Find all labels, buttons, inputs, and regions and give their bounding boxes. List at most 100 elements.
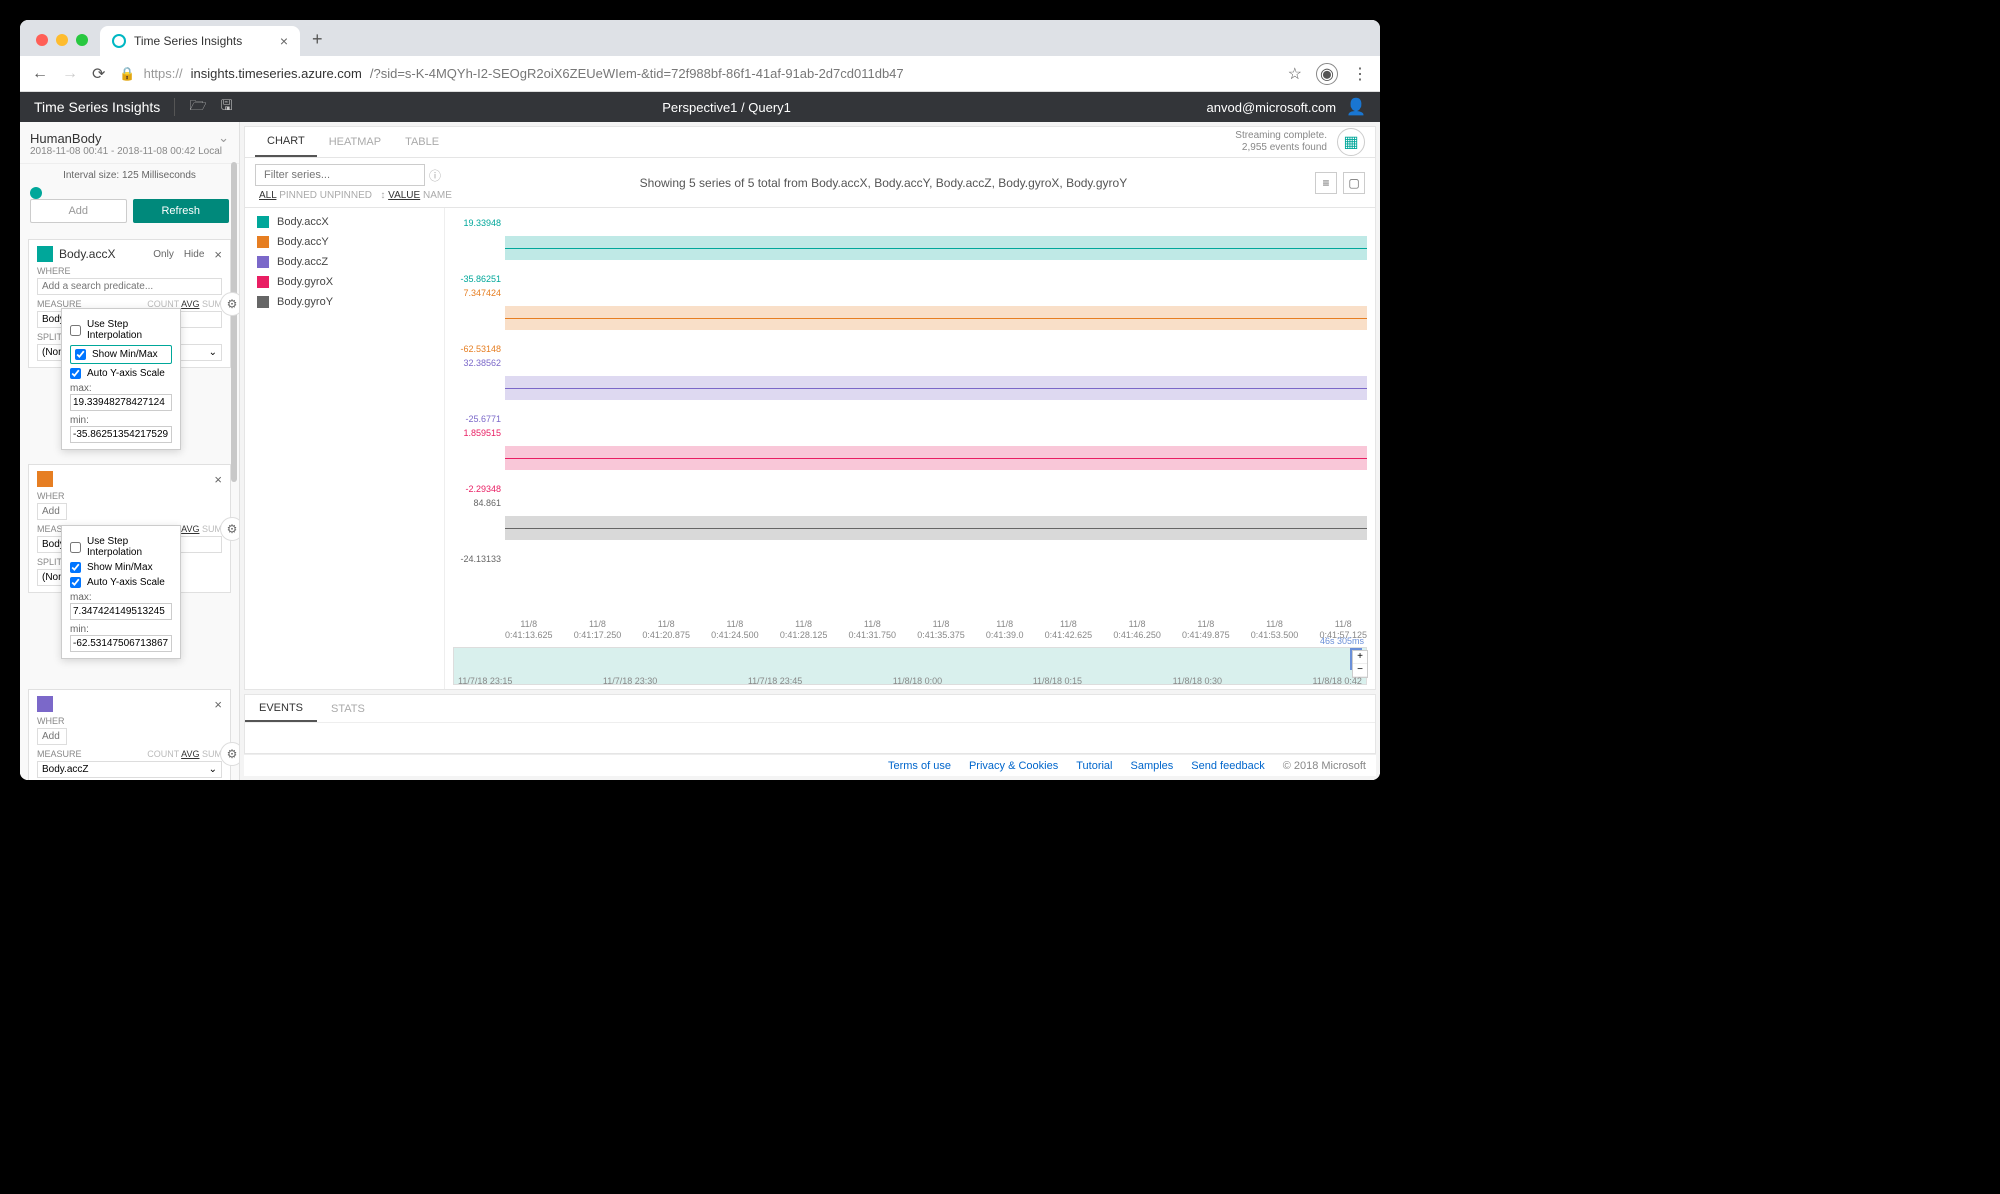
where-label: WHER (37, 491, 222, 501)
close-window-icon[interactable] (36, 34, 48, 46)
max-input[interactable] (70, 394, 172, 411)
main-panel: CHART HEATMAP TABLE Streaming complete. … (240, 122, 1380, 780)
only-button[interactable]: Only (153, 249, 174, 260)
x-tick: 11/80:41:13.625 (505, 619, 553, 641)
show-minmax-toggle[interactable]: Show Min/Max (70, 562, 172, 573)
y-max-label: 19.33948 (449, 218, 501, 228)
sort-pinned[interactable]: PINNED (279, 190, 317, 201)
refresh-button[interactable]: Refresh (133, 199, 230, 223)
y-max-label: 1.859515 (449, 428, 501, 438)
filter-series-input[interactable] (255, 164, 425, 186)
color-swatch (257, 216, 269, 228)
x-tick: 11/80:41:42.625 (1045, 619, 1093, 641)
tutorial-link[interactable]: Tutorial (1076, 760, 1112, 772)
x-axis: 11/80:41:13.62511/80:41:17.25011/80:41:2… (505, 619, 1367, 641)
series-legend: Body.accXBody.accY Body.accZ Body.gyroX Bod… (245, 208, 445, 689)
star-icon[interactable]: ☆ (1288, 64, 1302, 84)
step-interpolation-toggle[interactable]: Use Step Interpolation (70, 536, 172, 558)
series-row[interactable]: Body.accZ (245, 252, 444, 272)
view-tabs: CHART HEATMAP TABLE Streaming complete. … (244, 126, 1376, 158)
user-email[interactable]: anvod@microsoft.com (1207, 100, 1337, 115)
series-track (505, 528, 1367, 529)
x-tick: 11/80:41:53.500 (1251, 619, 1299, 641)
sort-name[interactable]: NAME (423, 190, 452, 201)
open-folder-icon[interactable]: 🗁 (189, 95, 206, 119)
close-icon[interactable]: × (214, 472, 222, 487)
favicon-icon (112, 34, 126, 48)
series-label: Body.gyroY (277, 296, 333, 308)
y-min-label: -2.29348 (449, 484, 501, 494)
tab-heatmap[interactable]: HEATMAP (317, 127, 393, 157)
profile-icon[interactable]: ◉ (1316, 63, 1338, 85)
series-row[interactable]: Body.accX (245, 212, 444, 232)
series-label: Body.accZ (277, 256, 328, 268)
tab-chart[interactable]: CHART (255, 127, 317, 157)
auto-y-scale-toggle[interactable]: Auto Y-axis Scale (70, 577, 172, 588)
help-icon[interactable]: ⓘ (429, 167, 441, 184)
close-icon[interactable]: × (214, 247, 222, 262)
x-tick: 11/80:41:31.750 (849, 619, 897, 641)
new-tab-button[interactable]: + (300, 29, 335, 56)
reload-button[interactable]: ⟳ (92, 64, 105, 84)
privacy-link[interactable]: Privacy & Cookies (969, 760, 1058, 772)
color-swatch (257, 256, 269, 268)
status-line-1: Streaming complete. (1235, 130, 1327, 142)
max-input[interactable] (70, 603, 172, 620)
color-swatch (37, 246, 53, 262)
gear-icon[interactable]: ⚙ (220, 292, 240, 316)
series-row[interactable]: Body.accY (245, 232, 444, 252)
predicate-input[interactable] (37, 503, 67, 520)
tab-stats[interactable]: STATS (317, 695, 379, 722)
x-tick: 11/80:41:20.875 (642, 619, 690, 641)
query-card-accz: x × WHER MEASURECOUNT AVG SUM Body.accZ⌄… (28, 689, 231, 780)
browser-tab[interactable]: Time Series Insights × (100, 26, 300, 56)
back-button[interactable]: ← (32, 65, 48, 83)
sort-unpinned[interactable]: UNPINNED (320, 190, 372, 201)
marker-icon[interactable]: ▢ (1343, 172, 1365, 194)
chart-area[interactable]: 11/80:41:13.62511/80:41:17.25011/80:41:2… (445, 208, 1375, 689)
grid-view-icon[interactable]: ▦ (1337, 128, 1365, 156)
stack-icon[interactable]: ≡ (1315, 172, 1337, 194)
auto-y-scale-toggle[interactable]: Auto Y-axis Scale (70, 368, 172, 379)
measure-label: MEASURE (37, 749, 82, 759)
tab-table[interactable]: TABLE (393, 127, 451, 157)
predicate-input[interactable] (37, 278, 222, 295)
menu-icon[interactable]: ⋮ (1352, 64, 1368, 84)
x-tick: 11/80:41:24.500 (711, 619, 759, 641)
x-tick: 11/80:41:49.875 (1182, 619, 1230, 641)
timeline-tick: 11/8/18 0:00 (893, 676, 942, 686)
show-minmax-toggle[interactable]: Show Min/Max (70, 345, 172, 364)
user-avatar-icon[interactable]: 👤 (1346, 97, 1366, 117)
samples-link[interactable]: Samples (1131, 760, 1174, 772)
scrollbar-thumb[interactable] (231, 162, 237, 482)
tab-events[interactable]: EVENTS (245, 695, 317, 722)
save-icon[interactable]: 🖫 (221, 95, 233, 119)
minimize-window-icon[interactable] (56, 34, 68, 46)
predicate-input[interactable] (37, 728, 67, 745)
measure-select[interactable]: Body.accZ⌄ (37, 761, 222, 778)
feedback-link[interactable]: Send feedback (1191, 760, 1264, 772)
sort-all[interactable]: ALL (259, 190, 276, 201)
url-field[interactable]: 🔒 https://insights.timeseries.azure.com/… (119, 66, 1273, 82)
maximize-window-icon[interactable] (76, 34, 88, 46)
x-tick: 11/80:41:35.375 (917, 619, 965, 641)
color-swatch (257, 236, 269, 248)
gear-icon[interactable]: ⚙ (220, 517, 240, 541)
min-input[interactable] (70, 635, 172, 652)
chevron-down-icon[interactable]: ⌄ (218, 130, 229, 146)
hide-button[interactable]: Hide (184, 249, 205, 260)
step-interpolation-toggle[interactable]: Use Step Interpolation (70, 319, 172, 341)
series-row[interactable]: Body.gyroY (245, 292, 444, 312)
zoom-in-button[interactable]: + (1353, 651, 1367, 664)
gear-icon[interactable]: ⚙ (220, 742, 240, 766)
close-tab-icon[interactable]: × (280, 33, 288, 49)
timeline-brush[interactable]: 46s 305ms +− 11/7/18 23:1511/7/18 23:301… (453, 647, 1367, 685)
timeline-tick: 11/7/18 23:45 (748, 676, 802, 686)
terms-link[interactable]: Terms of use (888, 760, 951, 772)
series-row[interactable]: Body.gyroX (245, 272, 444, 292)
forward-button[interactable]: → (62, 65, 78, 83)
close-icon[interactable]: × (214, 697, 222, 712)
min-input[interactable] (70, 426, 172, 443)
add-button[interactable]: Add (30, 199, 127, 223)
sort-value[interactable]: VALUE (388, 190, 420, 201)
